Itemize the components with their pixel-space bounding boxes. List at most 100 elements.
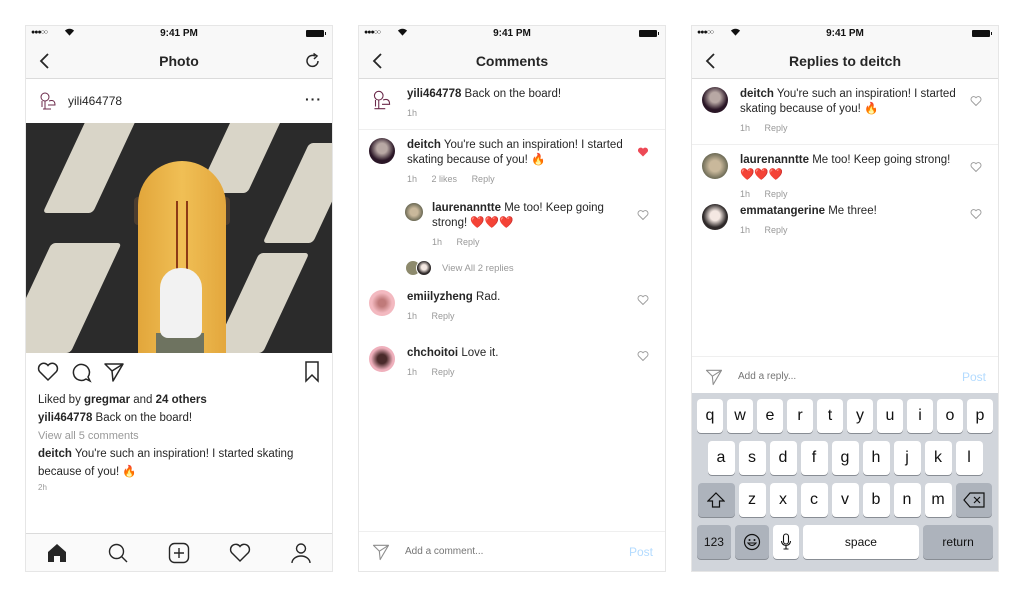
post-button[interactable]: Post [629,545,653,559]
crosswalk-stripe [42,123,140,213]
likes-user[interactable]: gregmar [84,394,130,406]
space-key[interactable]: space [802,525,920,559]
emoji-key[interactable] [734,525,769,559]
comment-user[interactable]: laurenanntte [740,154,809,166]
home-icon[interactable] [45,541,69,565]
comment-user[interactable]: chchoitoi [407,347,458,359]
heart-icon[interactable] [637,209,649,221]
comment-user[interactable]: deitch [740,88,774,100]
send-icon[interactable] [704,367,724,387]
heart-icon[interactable] [970,95,982,107]
comment-meta: 1h Reply [407,365,625,380]
key-k[interactable]: k [924,441,952,475]
search-icon[interactable] [106,541,130,565]
reply-input[interactable] [738,371,962,382]
key-w[interactable]: w [727,399,753,433]
post-button[interactable]: Post [962,370,986,384]
activity-heart-icon[interactable] [228,541,252,565]
avatar[interactable] [369,138,395,164]
reply-button[interactable]: Reply [765,189,788,199]
reply-button[interactable]: Reply [432,367,455,377]
back-icon[interactable] [369,51,387,71]
comment-user[interactable]: yili464778 [407,88,461,100]
shift-icon [707,492,726,508]
reply-button[interactable]: Reply [432,311,455,321]
key-p[interactable]: p [967,399,993,433]
heart-icon[interactable] [970,208,982,220]
comment-icon[interactable] [69,360,93,384]
key-b[interactable]: b [862,483,890,517]
back-icon[interactable] [36,51,54,71]
shift-key[interactable] [698,483,735,517]
key-r[interactable]: r [787,399,813,433]
comment-user[interactable]: emiilyzheng [407,291,473,303]
key-e[interactable]: e [757,399,783,433]
heart-icon[interactable] [970,161,982,173]
avatar[interactable] [702,87,728,113]
key-z[interactable]: z [738,483,766,517]
heart-icon[interactable] [637,294,649,306]
avatar[interactable] [405,203,423,221]
send-icon[interactable] [371,542,391,562]
key-n[interactable]: n [893,483,921,517]
heart-icon[interactable] [36,360,60,384]
back-icon[interactable] [702,51,720,71]
profile-icon[interactable] [289,541,313,565]
key-l[interactable]: l [955,441,983,475]
more-options-icon[interactable]: ··· [305,91,322,107]
post-image[interactable] [26,123,332,353]
avatar[interactable] [369,290,395,316]
view-all-replies-link[interactable]: View All 2 replies [359,256,665,284]
caption-comment: yili464778 Back on the board! 1h [359,79,665,130]
key-q[interactable]: q [697,399,723,433]
key-t[interactable]: t [817,399,843,433]
avatar[interactable] [369,87,395,113]
page-title: Photo [159,52,199,69]
key-s[interactable]: s [738,441,766,475]
post-actions [26,353,332,391]
reply-button[interactable]: Reply [457,237,480,247]
key-v[interactable]: v [831,483,859,517]
comment-likes[interactable]: 2 likes [432,174,458,184]
reply-button[interactable]: Reply [472,174,495,184]
return-key[interactable]: return [923,525,993,559]
key-o[interactable]: o [937,399,963,433]
heart-filled-icon[interactable] [637,146,649,158]
key-x[interactable]: x [769,483,797,517]
bookmark-icon[interactable] [302,360,322,384]
reply-button[interactable]: Reply [765,123,788,133]
key-y[interactable]: y [847,399,873,433]
key-f[interactable]: f [800,441,828,475]
key-m[interactable]: m [924,483,952,517]
key-j[interactable]: j [893,441,921,475]
delete-key[interactable] [955,483,992,517]
dictation-key[interactable] [772,525,799,559]
key-g[interactable]: g [831,441,859,475]
share-icon[interactable] [102,360,126,384]
comment-item: emiilyzheng Rad. 1h Reply [359,284,665,330]
avatar[interactable] [702,153,728,179]
reply-button[interactable]: Reply [765,225,788,235]
avatar[interactable] [369,346,395,372]
comment-input[interactable] [405,546,629,557]
view-all-comments-link[interactable]: View all 5 comments [38,427,320,445]
caption-user[interactable]: yili464778 [38,412,92,424]
comment-user[interactable]: emmatangerine [740,205,825,217]
refresh-icon[interactable] [304,51,322,71]
numbers-key[interactable]: 123 [697,525,731,559]
post-author[interactable]: yili464778 [68,94,122,108]
key-u[interactable]: u [877,399,903,433]
comment-user[interactable]: deitch [407,139,441,151]
comment-user[interactable]: laurenanntte [432,202,501,214]
key-c[interactable]: c [800,483,828,517]
comment-preview-user[interactable]: deitch [38,448,72,460]
key-d[interactable]: d [769,441,797,475]
heart-icon[interactable] [637,350,649,362]
add-post-icon[interactable] [167,541,191,565]
likes-count[interactable]: 24 others [156,394,207,406]
key-a[interactable]: a [707,441,735,475]
avatar[interactable] [702,204,728,230]
key-i[interactable]: i [907,399,933,433]
avatar[interactable] [36,89,60,113]
key-h[interactable]: h [862,441,890,475]
